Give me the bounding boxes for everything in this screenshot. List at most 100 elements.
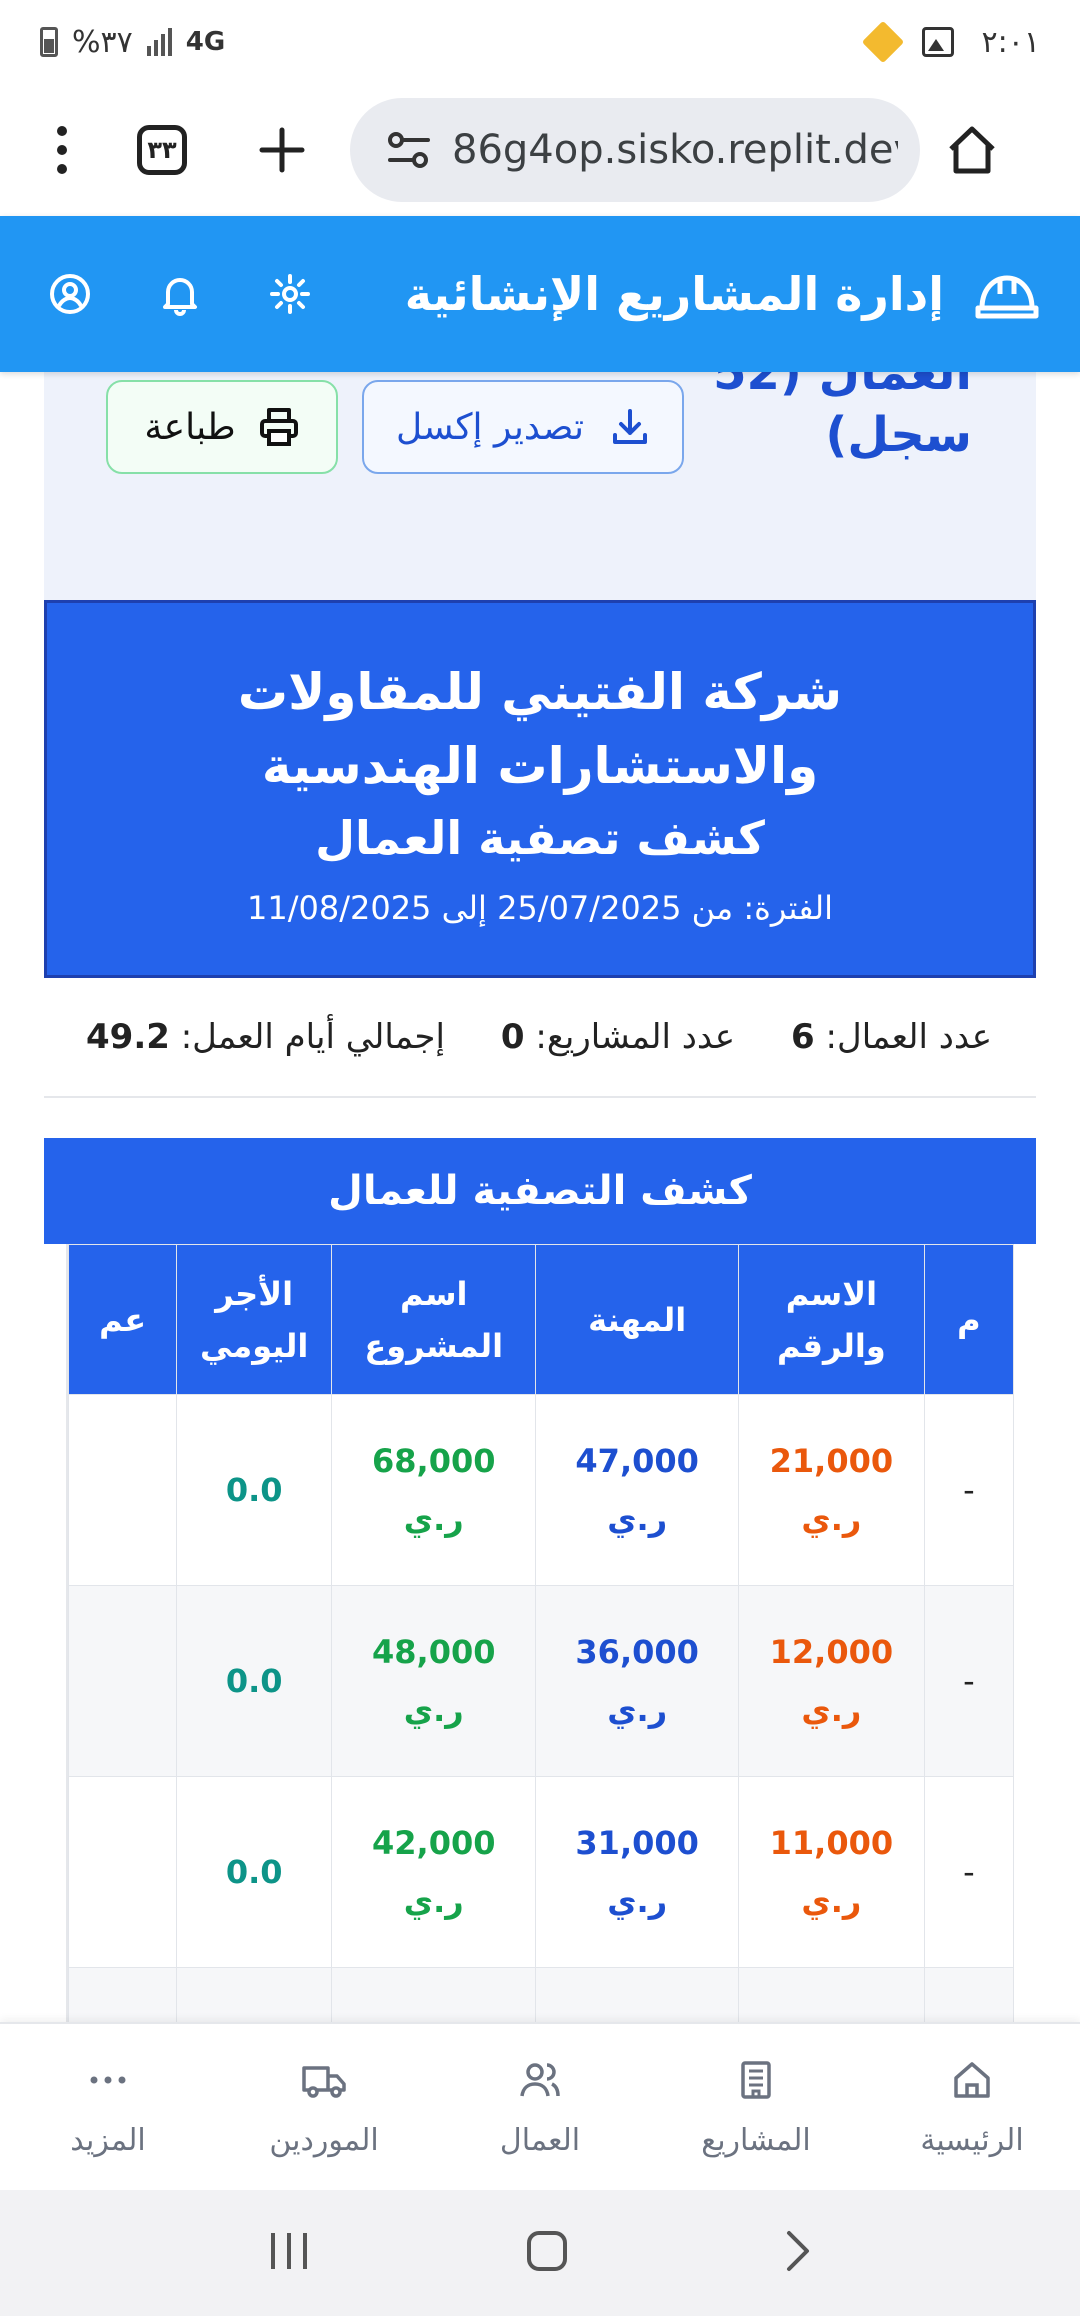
- more-horizontal-icon: [85, 2057, 131, 2103]
- cell-amount: 12,000: [769, 1633, 894, 1671]
- nav-projects[interactable]: المشاريع: [648, 2024, 864, 2190]
- nav-projects-label: المشاريع: [701, 2122, 811, 2158]
- nav-home-label: الرئيسية: [920, 2122, 1024, 2158]
- settings-button[interactable]: [264, 268, 316, 320]
- cell-extra: [68, 1967, 178, 2022]
- signal-icon: [146, 28, 172, 56]
- building-icon: [733, 2057, 779, 2103]
- truck-icon: [301, 2057, 347, 2103]
- table-header-row: م الاسم والرقم المهنة اسم المشروع الأجر …: [68, 1244, 1014, 1395]
- cell-num: -: [923, 1776, 1014, 1968]
- export-excel-button[interactable]: تصدير إكسل: [362, 380, 684, 474]
- nav-more-label: المزيد: [70, 2122, 146, 2158]
- cell-project: 68,000 ر.ي: [331, 1394, 537, 1586]
- cell-project: [331, 1967, 537, 2022]
- cell-job: [535, 1967, 739, 2022]
- cell-amount: 31,000: [575, 1824, 699, 1862]
- user-circle-icon: [50, 274, 90, 314]
- table-row[interactable]: - 11,000 ر.ي 31,000 ر.ي 42,000 ر.ي 0.0: [68, 1776, 1014, 1968]
- battery-level: %٣٧: [72, 24, 133, 60]
- cell-extra: [68, 1776, 178, 1968]
- home-icon: [949, 126, 995, 174]
- export-label: تصدير إكسل: [396, 406, 584, 448]
- recent-apps-button[interactable]: [267, 2231, 311, 2275]
- nav-workers[interactable]: العمال: [432, 2024, 648, 2190]
- cell-currency: ر.ي: [607, 1691, 668, 1729]
- stat-days: إجمالي أيام العمل: 49.2: [86, 1017, 445, 1057]
- stat-projects: عدد المشاريع: 0: [501, 1017, 735, 1057]
- table-row[interactable]: - 12,000 ر.ي 36,000 ر.ي 48,000 ر.ي 0.0: [68, 1585, 1014, 1777]
- print-button[interactable]: طباعة: [106, 380, 338, 474]
- col-header-wage[interactable]: الأجر اليومي: [176, 1244, 333, 1395]
- url-text: 86g4op.sisko.replit.dev: [452, 127, 898, 173]
- report-subtitle: كشف تصفية العمال: [315, 811, 765, 865]
- plus-icon: [259, 127, 305, 173]
- col-header-num[interactable]: م: [923, 1244, 1014, 1395]
- summary-stats: عدد العمال: 6 عدد المشاريع: 0 إجمالي أيا…: [44, 978, 1036, 1098]
- network-type: 4G: [185, 27, 226, 57]
- address-bar[interactable]: 86g4op.sisko.replit.dev: [350, 98, 920, 202]
- cell-amount: 36,000: [575, 1633, 699, 1671]
- nav-home[interactable]: الرئيسية: [864, 2024, 1080, 2190]
- browser-menu-button[interactable]: [22, 100, 102, 200]
- cell-num: -: [923, 1394, 1014, 1586]
- browser-home-button[interactable]: [932, 110, 1012, 190]
- status-bar: %٣٧ 4G ٢:٠١: [0, 0, 1080, 84]
- binance-icon: [861, 20, 904, 64]
- settlement-table: م الاسم والرقم المهنة اسم المشروع الأجر …: [68, 1244, 1014, 2022]
- nav-more[interactable]: المزيد: [0, 2024, 216, 2190]
- stat-workers: عدد العمال: 6: [791, 1017, 992, 1057]
- tab-count: ٣٣: [137, 125, 187, 175]
- cell-wage: 0.0: [176, 1394, 333, 1586]
- cell-amount: 47,000: [575, 1442, 699, 1480]
- nav-workers-label: العمال: [499, 2122, 581, 2158]
- more-vertical-icon: [57, 126, 67, 174]
- cell-amount: 68,000: [372, 1442, 496, 1480]
- system-nav-bar: [0, 2190, 1080, 2316]
- profile-button[interactable]: [44, 268, 96, 320]
- new-tab-button[interactable]: [222, 100, 342, 200]
- col-header-name[interactable]: الاسم والرقم: [737, 1244, 925, 1395]
- main-content[interactable]: العمال (52 سجل) تصدير إكسل طباعة شركة ال…: [0, 372, 1080, 2022]
- cell-currency: ر.ي: [801, 1500, 862, 1538]
- report-toolbar-panel: العمال (52 سجل) تصدير إكسل طباعة: [44, 372, 1036, 600]
- table-title: كشف التصفية للعمال: [44, 1138, 1036, 1244]
- cell-name: 12,000 ر.ي: [737, 1585, 925, 1777]
- cell-currency: ر.ي: [801, 1691, 862, 1729]
- stat-days-value: 49.2: [86, 1017, 170, 1057]
- report-header-box: شركة الفتيني للمقاولات والاستشارات الهند…: [44, 600, 1036, 978]
- header-actions: [44, 268, 316, 320]
- col-header-extra[interactable]: عم: [68, 1244, 178, 1395]
- tabs-button[interactable]: ٣٣: [102, 100, 222, 200]
- cell-amount: 21,000: [769, 1442, 894, 1480]
- cell-wage: 0.0: [176, 1776, 333, 1968]
- cell-extra: [68, 1394, 178, 1586]
- cell-name: [737, 1967, 925, 2022]
- home-icon: [949, 2057, 995, 2103]
- home-system-button[interactable]: [525, 2229, 569, 2277]
- cell-name: 11,000 ر.ي: [737, 1776, 925, 1968]
- home-square-icon: [527, 2231, 567, 2271]
- chevron-right-icon: [787, 2231, 809, 2271]
- cell-num: -: [923, 1585, 1014, 1777]
- company-name: شركة الفتيني للمقاولات والاستشارات الهند…: [237, 663, 843, 795]
- bottom-nav: الرئيسية المشاريع العمال الموردين المزيد: [0, 2022, 1080, 2190]
- site-settings-icon[interactable]: [386, 130, 432, 170]
- table-row[interactable]: [68, 1967, 1014, 2022]
- report-title: العمال (52 سجل): [713, 372, 972, 463]
- stat-projects-value: 0: [500, 1017, 525, 1057]
- back-button[interactable]: [783, 2229, 813, 2277]
- settlement-table-scroll[interactable]: م الاسم والرقم المهنة اسم المشروع الأجر …: [66, 1244, 1014, 2022]
- stat-days-label: إجمالي أيام العمل:: [180, 1017, 445, 1057]
- notifications-button[interactable]: [154, 268, 206, 320]
- table-row[interactable]: - 21,000 ر.ي 47,000 ر.ي 68,000 ر.ي 0.0: [68, 1394, 1014, 1586]
- bell-icon: [163, 278, 197, 316]
- col-header-job[interactable]: المهنة: [535, 1244, 739, 1395]
- hard-hat-icon: [975, 275, 1039, 319]
- gallery-icon: [921, 27, 954, 57]
- nav-suppliers[interactable]: الموردين: [216, 2024, 432, 2190]
- col-header-project[interactable]: اسم المشروع: [331, 1244, 537, 1395]
- report-period: الفترة: من 25/07/2025 إلى 11/08/2025: [246, 889, 834, 927]
- cell-currency: ر.ي: [403, 1500, 464, 1538]
- battery-icon: [40, 27, 58, 57]
